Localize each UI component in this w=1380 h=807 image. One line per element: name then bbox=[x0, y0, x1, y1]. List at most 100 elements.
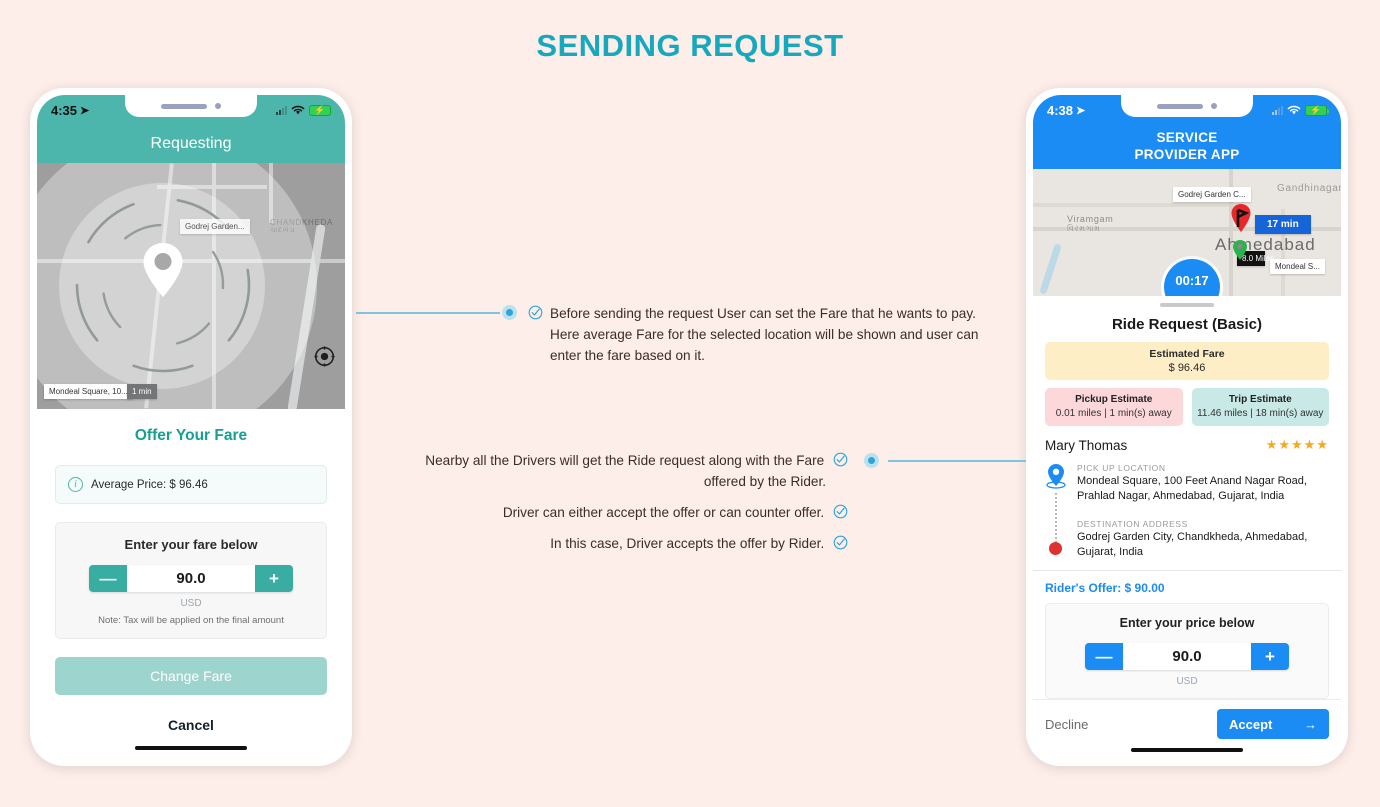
map-chip-text: 17 min bbox=[1267, 219, 1299, 230]
addresses-block: PICK UP LOCATION Mondeal Square, 100 Fee… bbox=[1045, 463, 1329, 559]
fare-input-box: Enter your fare below — 90.0 + USD Note:… bbox=[55, 522, 327, 639]
map-chip-text: Godrej Garden... bbox=[185, 222, 245, 231]
battery-charging-icon: ⚡ bbox=[309, 104, 333, 116]
annotation-left-line-2: Here average Fare for the selected locat… bbox=[528, 324, 998, 345]
price-input-label: Enter your price below bbox=[1119, 616, 1255, 631]
annotation-right: Nearby all the Drivers will get the Ride… bbox=[400, 450, 848, 554]
radar-arcs bbox=[75, 197, 251, 373]
annotation-right-line-4: In this case, Driver accepts the offer b… bbox=[400, 533, 848, 554]
price-decrement-button[interactable]: — bbox=[1085, 643, 1123, 671]
pickup-caption: PICK UP LOCATION bbox=[1077, 463, 1166, 473]
signal-icon bbox=[1272, 105, 1283, 115]
accept-button[interactable]: Accept → bbox=[1217, 709, 1329, 740]
wifi-icon bbox=[291, 105, 305, 114]
pickup-estimate-card: Pickup Estimate 0.01 miles | 1 min(s) aw… bbox=[1045, 388, 1183, 426]
front-camera-icon bbox=[215, 103, 221, 109]
annotation-text: Driver can either accept the offer or ca… bbox=[502, 505, 825, 521]
status-time-text: 4:38 bbox=[1047, 102, 1074, 118]
map-chip-destination[interactable]: Godrej Garden C... bbox=[1173, 187, 1251, 202]
sheet-title: Offer Your Fare bbox=[134, 427, 248, 444]
average-price-box: i Average Price: $ 96.46 bbox=[55, 465, 327, 504]
map-chip-eta[interactable]: 1 min bbox=[127, 384, 157, 399]
pickup-pin-icon bbox=[1046, 464, 1066, 489]
notch bbox=[125, 95, 257, 117]
fare-decrement-button[interactable]: — bbox=[89, 565, 127, 592]
pickup-estimate-value: 0.01 miles | 1 min(s) away bbox=[1055, 408, 1172, 419]
driver-app-phone: 4:38 ➤ ⚡ SERVICE PROVIDER APP Viramgam વ… bbox=[1026, 88, 1348, 766]
rider-rating-stars: ★★★★★ bbox=[1265, 437, 1329, 452]
price-increment-button[interactable]: + bbox=[1251, 643, 1289, 671]
status-bar: 4:35 ➤ ⚡ bbox=[37, 95, 345, 125]
rider-name: Mary Thomas bbox=[1045, 437, 1128, 453]
route-rail bbox=[1045, 463, 1067, 559]
pickup-estimate-label: Pickup Estimate bbox=[1075, 394, 1153, 405]
speaker-grill-icon bbox=[1157, 103, 1203, 109]
ride-request-title: Ride Request (Basic) bbox=[1111, 316, 1263, 333]
signal-icon bbox=[276, 105, 287, 115]
locate-me-icon[interactable] bbox=[314, 346, 335, 367]
fare-increment-button[interactable]: + bbox=[255, 565, 293, 592]
connector-dot-right bbox=[864, 453, 879, 468]
annotation-text: enter the fare based on it. bbox=[550, 348, 705, 364]
check-circle-icon bbox=[833, 452, 848, 467]
status-bar-icons: ⚡ bbox=[276, 104, 333, 116]
annotation-text: In this case, Driver accepts the offer b… bbox=[550, 536, 825, 552]
annotation-left-line-1: Before sending the request User can set … bbox=[528, 303, 998, 324]
status-bar-time: 4:38 ➤ bbox=[1047, 103, 1085, 118]
price-value-input[interactable]: 90.0 bbox=[1123, 643, 1251, 671]
app-header-title: Requesting bbox=[150, 135, 232, 152]
map-chip-eta[interactable]: 17 min bbox=[1255, 215, 1311, 234]
fare-input-label: Enter your fare below bbox=[124, 537, 258, 552]
map-chip-godrej[interactable]: Godrej Garden... bbox=[180, 219, 250, 234]
speaker-grill-icon bbox=[161, 103, 207, 109]
check-circle-icon bbox=[528, 305, 543, 320]
map-chip-text: 1 min bbox=[132, 387, 152, 396]
pickup-address: Mondeal Square, 100 Feet Anand Nagar Roa… bbox=[1077, 475, 1307, 502]
driver-map[interactable]: Viramgam વિરમગામ Gandhinagar Ahmedabad G… bbox=[1033, 169, 1341, 296]
request-timer-text: 00:17 bbox=[1175, 273, 1209, 288]
fare-tax-note: Note: Tax will be applied on the final a… bbox=[98, 615, 284, 626]
map-chip-text: Godrej Garden C... bbox=[1178, 190, 1246, 199]
driver-app-screen: 4:38 ➤ ⚡ SERVICE PROVIDER APP Viramgam વ… bbox=[1033, 95, 1341, 759]
app-header-title-line2: PROVIDER APP bbox=[1134, 147, 1240, 162]
rider-map[interactable]: CHANDKHEDA ચાંદખેડા SOLA સોલા BOPAL THAL… bbox=[37, 163, 345, 409]
annotation-right-line-1: Nearby all the Drivers will get the Ride… bbox=[400, 450, 848, 471]
price-stepper[interactable]: — 90.0 + bbox=[1085, 643, 1289, 671]
cancel-button[interactable]: Cancel bbox=[55, 717, 327, 733]
annotation-left: Before sending the request User can set … bbox=[528, 303, 998, 366]
battery-charging-icon: ⚡ bbox=[1305, 104, 1329, 116]
connector-dot-inner bbox=[868, 457, 875, 464]
decline-button[interactable]: Decline bbox=[1045, 717, 1088, 732]
annotation-right-line-2: offered by the Rider. bbox=[400, 471, 848, 492]
pickup-marker-icon bbox=[1233, 240, 1247, 260]
accept-button-label: Accept bbox=[1229, 716, 1273, 732]
destination-caption: DESTINATION ADDRESS bbox=[1077, 518, 1188, 529]
trip-estimate-value: 11.46 miles | 18 min(s) away bbox=[1197, 408, 1324, 419]
sheet-handle[interactable] bbox=[1160, 303, 1214, 307]
trip-estimate-card: Trip Estimate 11.46 miles | 18 min(s) aw… bbox=[1191, 388, 1329, 426]
annotation-text: Nearby all the Drivers will get the Ride… bbox=[425, 453, 825, 468]
page-root: SENDING REQUEST 4:35 ➤ ⚡ Requesting CHAN… bbox=[0, 0, 1380, 807]
status-bar: 4:38 ➤ ⚡ bbox=[1033, 95, 1341, 125]
annotation-text: offered by the Rider. bbox=[703, 474, 826, 490]
home-indicator bbox=[135, 746, 247, 750]
card-divider bbox=[1033, 570, 1341, 572]
map-chip-text: Mondeal S... bbox=[1275, 262, 1320, 271]
fare-stepper[interactable]: — 90.0 + bbox=[89, 565, 293, 592]
map-chip-pickup[interactable]: Mondeal S... bbox=[1270, 259, 1325, 274]
price-input-box: Enter your price below — 90.0 + USD bbox=[1045, 603, 1329, 700]
check-circle-icon bbox=[833, 504, 848, 519]
route-dotted-line bbox=[1055, 493, 1057, 544]
notch bbox=[1121, 95, 1253, 117]
map-chip-mondeal[interactable]: Mondeal Square, 10... bbox=[44, 384, 133, 399]
average-price-text: Average Price: $ 96.46 bbox=[91, 478, 208, 491]
change-fare-button[interactable]: Change Fare bbox=[55, 657, 327, 695]
action-row: Decline Accept → bbox=[1033, 699, 1341, 740]
annotation-left-line-3: enter the fare based on it. bbox=[528, 345, 998, 366]
status-bar-time: 4:35 ➤ bbox=[51, 103, 89, 118]
connector-line-left bbox=[356, 312, 500, 314]
annotation-text: Before sending the request User can set … bbox=[550, 306, 976, 321]
home-indicator bbox=[1131, 748, 1243, 753]
fare-value-input[interactable]: 90.0 bbox=[127, 565, 255, 592]
trip-estimate-label: Trip Estimate bbox=[1228, 394, 1292, 405]
